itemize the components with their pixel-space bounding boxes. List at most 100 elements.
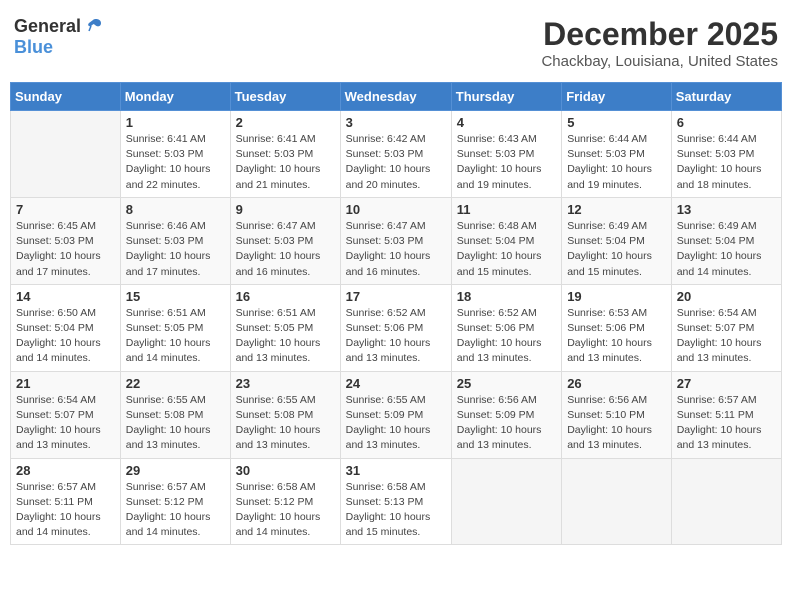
day-cell: 11Sunrise: 6:48 AMSunset: 5:04 PMDayligh… [451, 197, 561, 284]
day-cell: 5Sunrise: 6:44 AMSunset: 5:03 PMDaylight… [562, 111, 672, 198]
day-info: Sunrise: 6:54 AMSunset: 5:07 PMDaylight:… [16, 393, 115, 454]
day-number: 8 [126, 202, 225, 217]
day-number: 23 [236, 376, 335, 391]
day-cell: 20 Sunrise: 6:54 AMSunset: 5:07 PMDayligh… [671, 284, 781, 371]
month-title: December 2025 [541, 16, 778, 53]
day-cell [451, 458, 561, 545]
day-info: Sunrise: 6:57 AMSunset: 5:12 PMDaylight:… [126, 480, 225, 541]
title-area: December 2025 Chackbay, Louisiana, Unite… [541, 16, 778, 70]
day-cell: 29 Sunrise: 6:57 AMSunset: 5:12 PMDayligh… [120, 458, 230, 545]
logo: General Blue [14, 16, 103, 58]
day-cell: 12 Sunrise: 6:49 AMSunset: 5:04 PMDayligh… [562, 197, 672, 284]
day-number: 19 [567, 289, 666, 304]
day-number: 9 [236, 202, 335, 217]
day-number: 30 [236, 463, 335, 478]
day-info: Sunrise: 6:41 AMSunset: 5:03 PMDaylight:… [126, 132, 225, 193]
week-row-2: 7 Sunrise: 6:45 AMSunset: 5:03 PMDaylight… [11, 197, 782, 284]
day-cell: 10 Sunrise: 6:47 AMSunset: 5:03 PMDayligh… [340, 197, 451, 284]
calendar: SundayMondayTuesdayWednesdayThursdayFrid… [10, 82, 782, 545]
logo-general: General [14, 16, 81, 37]
day-info: Sunrise: 6:53 AMSunset: 5:06 PMDaylight:… [567, 306, 666, 367]
day-info: Sunrise: 6:56 AMSunset: 5:10 PMDaylight:… [567, 393, 666, 454]
weekday-sunday: Sunday [11, 83, 121, 111]
day-cell: 14 Sunrise: 6:50 AMSunset: 5:04 PMDayligh… [11, 284, 121, 371]
day-cell: 27Sunrise: 6:57 AMSunset: 5:11 PMDayligh… [671, 371, 781, 458]
day-cell: 13Sunrise: 6:49 AMSunset: 5:04 PMDayligh… [671, 197, 781, 284]
day-number: 24 [346, 376, 446, 391]
day-cell: 25 Sunrise: 6:56 AMSunset: 5:09 PMDayligh… [451, 371, 561, 458]
day-info: Sunrise: 6:41 AMSunset: 5:03 PMDaylight:… [236, 132, 335, 193]
day-info: Sunrise: 6:57 AMSunset: 5:11 PMDaylight:… [16, 480, 115, 541]
day-info: Sunrise: 6:55 AMSunset: 5:08 PMDaylight:… [126, 393, 225, 454]
calendar-body: 1Sunrise: 6:41 AMSunset: 5:03 PMDaylight… [11, 111, 782, 545]
day-number: 20 [677, 289, 776, 304]
day-cell: 22Sunrise: 6:55 AMSunset: 5:08 PMDayligh… [120, 371, 230, 458]
day-cell: 9Sunrise: 6:47 AMSunset: 5:03 PMDaylight… [230, 197, 340, 284]
day-info: Sunrise: 6:47 AMSunset: 5:03 PMDaylight:… [346, 219, 446, 280]
day-number: 25 [457, 376, 556, 391]
day-number: 17 [346, 289, 446, 304]
weekday-monday: Monday [120, 83, 230, 111]
day-number: 29 [126, 463, 225, 478]
day-cell: 16 Sunrise: 6:51 AMSunset: 5:05 PMDayligh… [230, 284, 340, 371]
day-cell: 2 Sunrise: 6:41 AMSunset: 5:03 PMDaylight… [230, 111, 340, 198]
weekday-thursday: Thursday [451, 83, 561, 111]
day-cell: 31Sunrise: 6:58 AMSunset: 5:13 PMDayligh… [340, 458, 451, 545]
location-title: Chackbay, Louisiana, United States [541, 53, 778, 70]
day-number: 28 [16, 463, 115, 478]
day-cell: 4Sunrise: 6:43 AMSunset: 5:03 PMDaylight… [451, 111, 561, 198]
day-cell: 21 Sunrise: 6:54 AMSunset: 5:07 PMDayligh… [11, 371, 121, 458]
day-cell: 17 Sunrise: 6:52 AMSunset: 5:06 PMDayligh… [340, 284, 451, 371]
day-number: 16 [236, 289, 335, 304]
day-number: 6 [677, 115, 776, 130]
day-info: Sunrise: 6:50 AMSunset: 5:04 PMDaylight:… [16, 306, 115, 367]
day-info: Sunrise: 6:58 AMSunset: 5:12 PMDaylight:… [236, 480, 335, 541]
day-cell: 30 Sunrise: 6:58 AMSunset: 5:12 PMDayligh… [230, 458, 340, 545]
day-cell: 1Sunrise: 6:41 AMSunset: 5:03 PMDaylight… [120, 111, 230, 198]
day-cell: 7 Sunrise: 6:45 AMSunset: 5:03 PMDaylight… [11, 197, 121, 284]
week-row-1: 1Sunrise: 6:41 AMSunset: 5:03 PMDaylight… [11, 111, 782, 198]
day-number: 7 [16, 202, 115, 217]
day-number: 13 [677, 202, 776, 217]
day-cell: 28 Sunrise: 6:57 AMSunset: 5:11 PMDayligh… [11, 458, 121, 545]
day-cell: 23Sunrise: 6:55 AMSunset: 5:08 PMDayligh… [230, 371, 340, 458]
day-cell: 24Sunrise: 6:55 AMSunset: 5:09 PMDayligh… [340, 371, 451, 458]
day-number: 18 [457, 289, 556, 304]
day-info: Sunrise: 6:44 AMSunset: 5:03 PMDaylight:… [677, 132, 776, 193]
day-cell: 6 Sunrise: 6:44 AMSunset: 5:03 PMDaylight… [671, 111, 781, 198]
week-row-4: 21 Sunrise: 6:54 AMSunset: 5:07 PMDayligh… [11, 371, 782, 458]
day-info: Sunrise: 6:49 AMSunset: 5:04 PMDaylight:… [567, 219, 666, 280]
day-info: Sunrise: 6:56 AMSunset: 5:09 PMDaylight:… [457, 393, 556, 454]
day-info: Sunrise: 6:42 AMSunset: 5:03 PMDaylight:… [346, 132, 446, 193]
day-info: Sunrise: 6:51 AMSunset: 5:05 PMDaylight:… [236, 306, 335, 367]
day-info: Sunrise: 6:51 AMSunset: 5:05 PMDaylight:… [126, 306, 225, 367]
day-info: Sunrise: 6:48 AMSunset: 5:04 PMDaylight:… [457, 219, 556, 280]
day-number: 10 [346, 202, 446, 217]
day-cell: 19 Sunrise: 6:53 AMSunset: 5:06 PMDayligh… [562, 284, 672, 371]
day-number: 21 [16, 376, 115, 391]
weekday-friday: Friday [562, 83, 672, 111]
day-info: Sunrise: 6:43 AMSunset: 5:03 PMDaylight:… [457, 132, 556, 193]
week-row-5: 28 Sunrise: 6:57 AMSunset: 5:11 PMDayligh… [11, 458, 782, 545]
day-number: 14 [16, 289, 115, 304]
day-number: 31 [346, 463, 446, 478]
day-number: 2 [236, 115, 335, 130]
logo-blue: Blue [14, 37, 53, 57]
day-info: Sunrise: 6:52 AMSunset: 5:06 PMDaylight:… [346, 306, 446, 367]
day-number: 26 [567, 376, 666, 391]
day-cell: 15Sunrise: 6:51 AMSunset: 5:05 PMDayligh… [120, 284, 230, 371]
weekday-wednesday: Wednesday [340, 83, 451, 111]
day-info: Sunrise: 6:45 AMSunset: 5:03 PMDaylight:… [16, 219, 115, 280]
day-cell: 8 Sunrise: 6:46 AMSunset: 5:03 PMDaylight… [120, 197, 230, 284]
day-cell [562, 458, 672, 545]
day-info: Sunrise: 6:46 AMSunset: 5:03 PMDaylight:… [126, 219, 225, 280]
day-cell: 3Sunrise: 6:42 AMSunset: 5:03 PMDaylight… [340, 111, 451, 198]
day-info: Sunrise: 6:54 AMSunset: 5:07 PMDaylight:… [677, 306, 776, 367]
day-number: 12 [567, 202, 666, 217]
logo-bird-icon [83, 17, 103, 37]
day-cell: 26 Sunrise: 6:56 AMSunset: 5:10 PMDayligh… [562, 371, 672, 458]
day-cell [671, 458, 781, 545]
weekday-saturday: Saturday [671, 83, 781, 111]
day-cell [11, 111, 121, 198]
week-row-3: 14 Sunrise: 6:50 AMSunset: 5:04 PMDayligh… [11, 284, 782, 371]
